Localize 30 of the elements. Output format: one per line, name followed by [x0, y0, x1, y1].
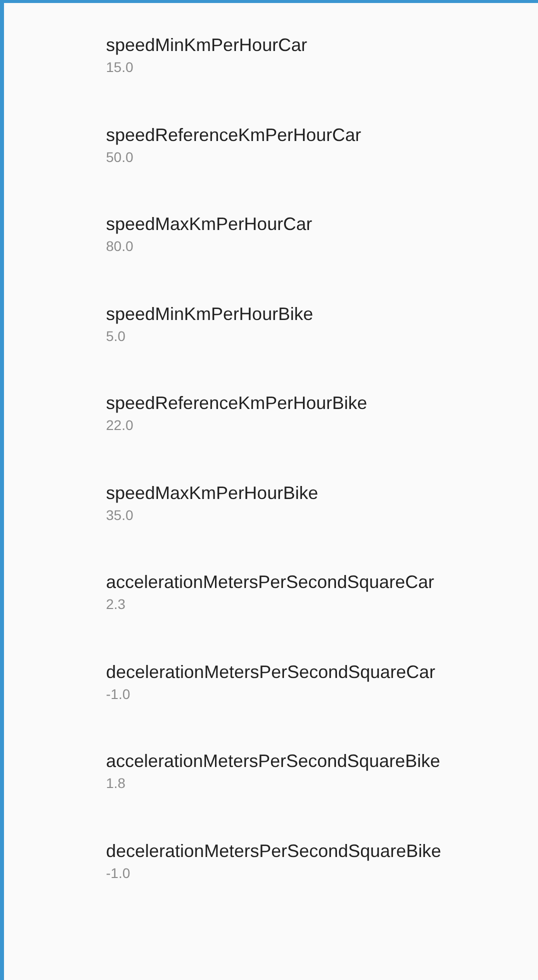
preference-item[interactable]: speedReferenceKmPerHourBike 22.0 — [4, 361, 538, 450]
preference-item[interactable]: speedReferenceKmPerHourCar 50.0 — [4, 92, 538, 182]
preference-title: accelerationMetersPerSecondSquareCar — [106, 571, 434, 594]
preference-title: speedMinKmPerHourBike — [106, 302, 314, 326]
preference-item[interactable]: speedMaxKmPerHourCar 80.0 — [4, 182, 538, 272]
preference-title: speedMaxKmPerHourBike — [106, 482, 318, 504]
preference-value: 2.3 — [106, 595, 126, 614]
preference-value: -1.0 — [106, 684, 130, 704]
preference-value: 22.0 — [106, 416, 134, 435]
preference-value: 15.0 — [106, 58, 134, 77]
preference-title: speedMaxKmPerHourCar — [106, 213, 312, 236]
preference-title: decelerationMetersPerSecondSquareCar — [106, 660, 436, 684]
preference-value: 80.0 — [106, 237, 134, 256]
preference-value: 35.0 — [106, 506, 134, 524]
preference-item[interactable]: decelerationMetersPerSecondSquareCar -1.0 — [4, 630, 538, 719]
preference-title: decelerationMetersPerSecondSquareBike — [106, 840, 442, 862]
preference-value: 1.8 — [106, 774, 126, 793]
preference-title: accelerationMetersPerSecondSquareBike — [106, 750, 440, 773]
preference-item[interactable]: accelerationMetersPerSecondSquareBike 1.8 — [4, 719, 538, 808]
preference-title: speedReferenceKmPerHourCar — [106, 124, 362, 146]
preference-item[interactable]: speedMinKmPerHourCar 15.0 — [4, 3, 538, 92]
preference-item[interactable]: speedMaxKmPerHourBike 35.0 — [4, 450, 538, 540]
preference-title: speedMinKmPerHourCar — [106, 34, 308, 57]
preference-value: -1.0 — [106, 864, 130, 882]
preference-value: 5.0 — [106, 326, 126, 346]
preference-title: speedReferenceKmPerHourBike — [106, 392, 368, 415]
preference-item[interactable]: decelerationMetersPerSecondSquareBike -1.0 — [4, 808, 538, 898]
preference-value: 50.0 — [106, 148, 134, 166]
preference-item[interactable]: accelerationMetersPerSecondSquareCar 2.3 — [4, 540, 538, 630]
preference-item[interactable]: speedMinKmPerHourBike 5.0 — [4, 272, 538, 361]
